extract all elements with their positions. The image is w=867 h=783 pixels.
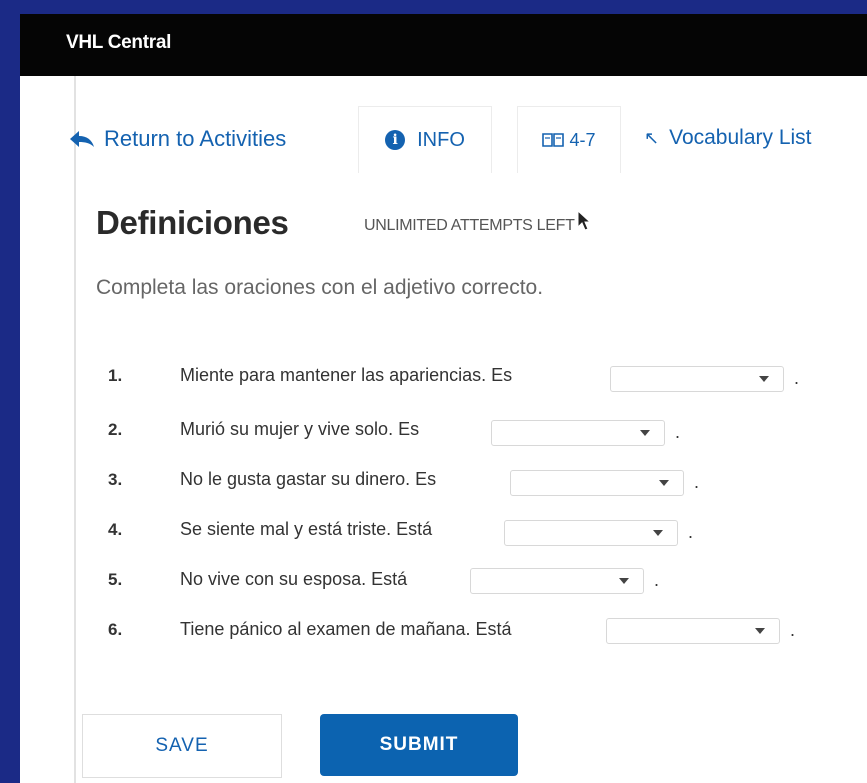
- dropdown-caret-icon: [619, 578, 629, 584]
- activity-nav: Return to Activities i INFO 4-7 ↖ Vocabu…: [20, 76, 867, 173]
- answer-dropdown[interactable]: [610, 366, 784, 392]
- return-to-activities-link[interactable]: Return to Activities: [68, 124, 286, 154]
- sentence-period: .: [654, 570, 660, 590]
- question-number: 4.: [108, 520, 123, 539]
- vocab-label: Vocabulary List: [669, 126, 812, 149]
- answer-dropdown[interactable]: [510, 470, 684, 496]
- info-button[interactable]: i INFO: [358, 106, 492, 173]
- question-number: 2.: [108, 420, 123, 439]
- book-icon: [542, 133, 565, 147]
- question-text: Miente para mantener las apariencias. Es: [180, 365, 513, 385]
- dropdown-caret-icon: [653, 530, 663, 536]
- sentence-period: .: [688, 522, 694, 542]
- return-label: Return to Activities: [104, 126, 287, 151]
- left-divider: [74, 76, 76, 783]
- save-button[interactable]: SAVE: [82, 714, 282, 778]
- instructions: Completa las oraciones con el adjetivo c…: [96, 276, 544, 299]
- browser-frame: VHL Central Return to Activities i INFO …: [20, 14, 867, 783]
- answer-dropdown[interactable]: [606, 618, 780, 644]
- sentence-period: .: [794, 368, 800, 388]
- book-label: 4-7: [569, 129, 596, 150]
- question-text: No le gusta gastar su dinero. Es: [180, 469, 437, 489]
- book-pages-button[interactable]: 4-7: [517, 106, 621, 173]
- sentence-period: .: [675, 422, 681, 442]
- answer-dropdown[interactable]: [491, 420, 665, 446]
- dropdown-caret-icon: [659, 480, 669, 486]
- submit-button[interactable]: SUBMIT: [320, 714, 518, 776]
- attempts-label: UNLIMITED ATTEMPTS LEFT: [364, 217, 575, 234]
- answer-dropdown[interactable]: [504, 520, 678, 546]
- app-title: VHL Central: [66, 32, 172, 53]
- question-text: No vive con su esposa. Está: [180, 569, 408, 589]
- external-arrow-icon: ↖: [644, 127, 660, 148]
- answer-dropdown[interactable]: [470, 568, 644, 594]
- question-text: Se siente mal y está triste. Está: [180, 519, 433, 539]
- question-number: 6.: [108, 620, 123, 639]
- question-text: Tiene pánico al examen de mañana. Está: [180, 619, 512, 639]
- dropdown-caret-icon: [640, 430, 650, 436]
- question-text: Murió su mujer y vive solo. Es: [180, 419, 420, 439]
- reply-arrow-icon: [70, 131, 94, 147]
- vocabulary-list-link[interactable]: ↖ Vocabulary List: [644, 126, 812, 150]
- question-number: 1.: [108, 366, 123, 385]
- info-label: INFO: [417, 128, 465, 151]
- info-icon: i: [385, 130, 406, 150]
- dropdown-caret-icon: [755, 628, 765, 634]
- sentence-period: .: [694, 472, 700, 492]
- sentence-period: .: [790, 620, 796, 640]
- dropdown-caret-icon: [759, 376, 769, 382]
- mouse-cursor-icon: [577, 210, 591, 231]
- attempts-status: UNLIMITED ATTEMPTS LEFT: [364, 210, 592, 235]
- top-bar: VHL Central: [20, 14, 867, 76]
- activity-title: Definiciones: [96, 204, 289, 241]
- question-number: 5.: [108, 570, 123, 589]
- question-number: 3.: [108, 470, 123, 489]
